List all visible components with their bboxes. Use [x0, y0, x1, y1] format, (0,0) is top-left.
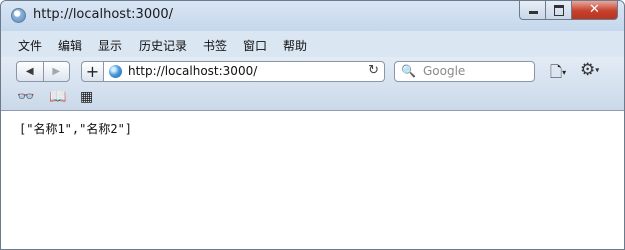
- close-icon: ✕: [589, 2, 600, 17]
- page-icon: 🗋: [550, 63, 563, 81]
- globe-icon: [109, 65, 122, 78]
- page-menu-button[interactable]: 🗋▾: [550, 62, 566, 87]
- page-content: ["名称1","名称2"]: [1, 111, 624, 249]
- search-input[interactable]: Google: [423, 64, 465, 78]
- menu-window[interactable]: 窗口: [243, 37, 267, 54]
- json-response-text: ["名称1","名称2"]: [19, 122, 133, 136]
- menu-file[interactable]: 文件: [18, 37, 42, 54]
- back-button[interactable]: ◀: [17, 62, 43, 81]
- bookmarks-icon[interactable]: 📖: [49, 89, 66, 105]
- top-sites-icon[interactable]: ▦: [80, 89, 93, 105]
- address-bar[interactable]: http://localhost:3000/ ↻: [103, 61, 385, 82]
- title-bar: http://localhost:3000/ ✕: [1, 1, 624, 31]
- settings-button[interactable]: ⚙▾: [580, 60, 599, 80]
- address-input[interactable]: http://localhost:3000/: [128, 64, 257, 78]
- bookmarks-bar: 👓 📖 ▦: [1, 87, 624, 111]
- menu-view[interactable]: 显示: [98, 37, 122, 54]
- close-button[interactable]: ✕: [572, 1, 618, 20]
- navigation-toolbar: ◀ ▶ + http://localhost:3000/ ↻ 🔍 Google …: [1, 57, 624, 87]
- chevron-down-icon: ▾: [595, 65, 600, 75]
- menu-bar: 文件 编辑 显示 历史记录 书签 窗口 帮助: [1, 31, 624, 57]
- minimize-button[interactable]: [519, 1, 546, 20]
- search-icon: 🔍: [401, 64, 416, 78]
- page-favicon-icon: [11, 8, 26, 23]
- menu-help[interactable]: 帮助: [283, 37, 307, 54]
- gear-icon: ⚙: [580, 60, 596, 80]
- back-forward-group: ◀ ▶: [16, 61, 70, 82]
- maximize-button[interactable]: [546, 1, 572, 20]
- forward-arrow-icon: ▶: [52, 66, 61, 77]
- menu-bookmarks[interactable]: 书签: [203, 37, 227, 54]
- search-field[interactable]: 🔍 Google: [394, 61, 535, 82]
- chevron-down-icon: ▾: [562, 68, 567, 77]
- menu-edit[interactable]: 编辑: [58, 37, 82, 54]
- window-title: http://localhost:3000/: [33, 7, 174, 22]
- add-bookmark-button[interactable]: +: [81, 61, 103, 82]
- window-controls: ✕: [519, 1, 618, 20]
- reading-list-icon[interactable]: 👓: [17, 89, 34, 105]
- menu-history[interactable]: 历史记录: [139, 37, 187, 54]
- reload-icon[interactable]: ↻: [368, 63, 379, 78]
- browser-window: http://localhost:3000/ ✕ 文件 编辑 显示 历史记录 书…: [0, 0, 625, 250]
- forward-button[interactable]: ▶: [42, 62, 70, 81]
- plus-icon: +: [85, 62, 100, 81]
- back-arrow-icon: ◀: [25, 66, 34, 77]
